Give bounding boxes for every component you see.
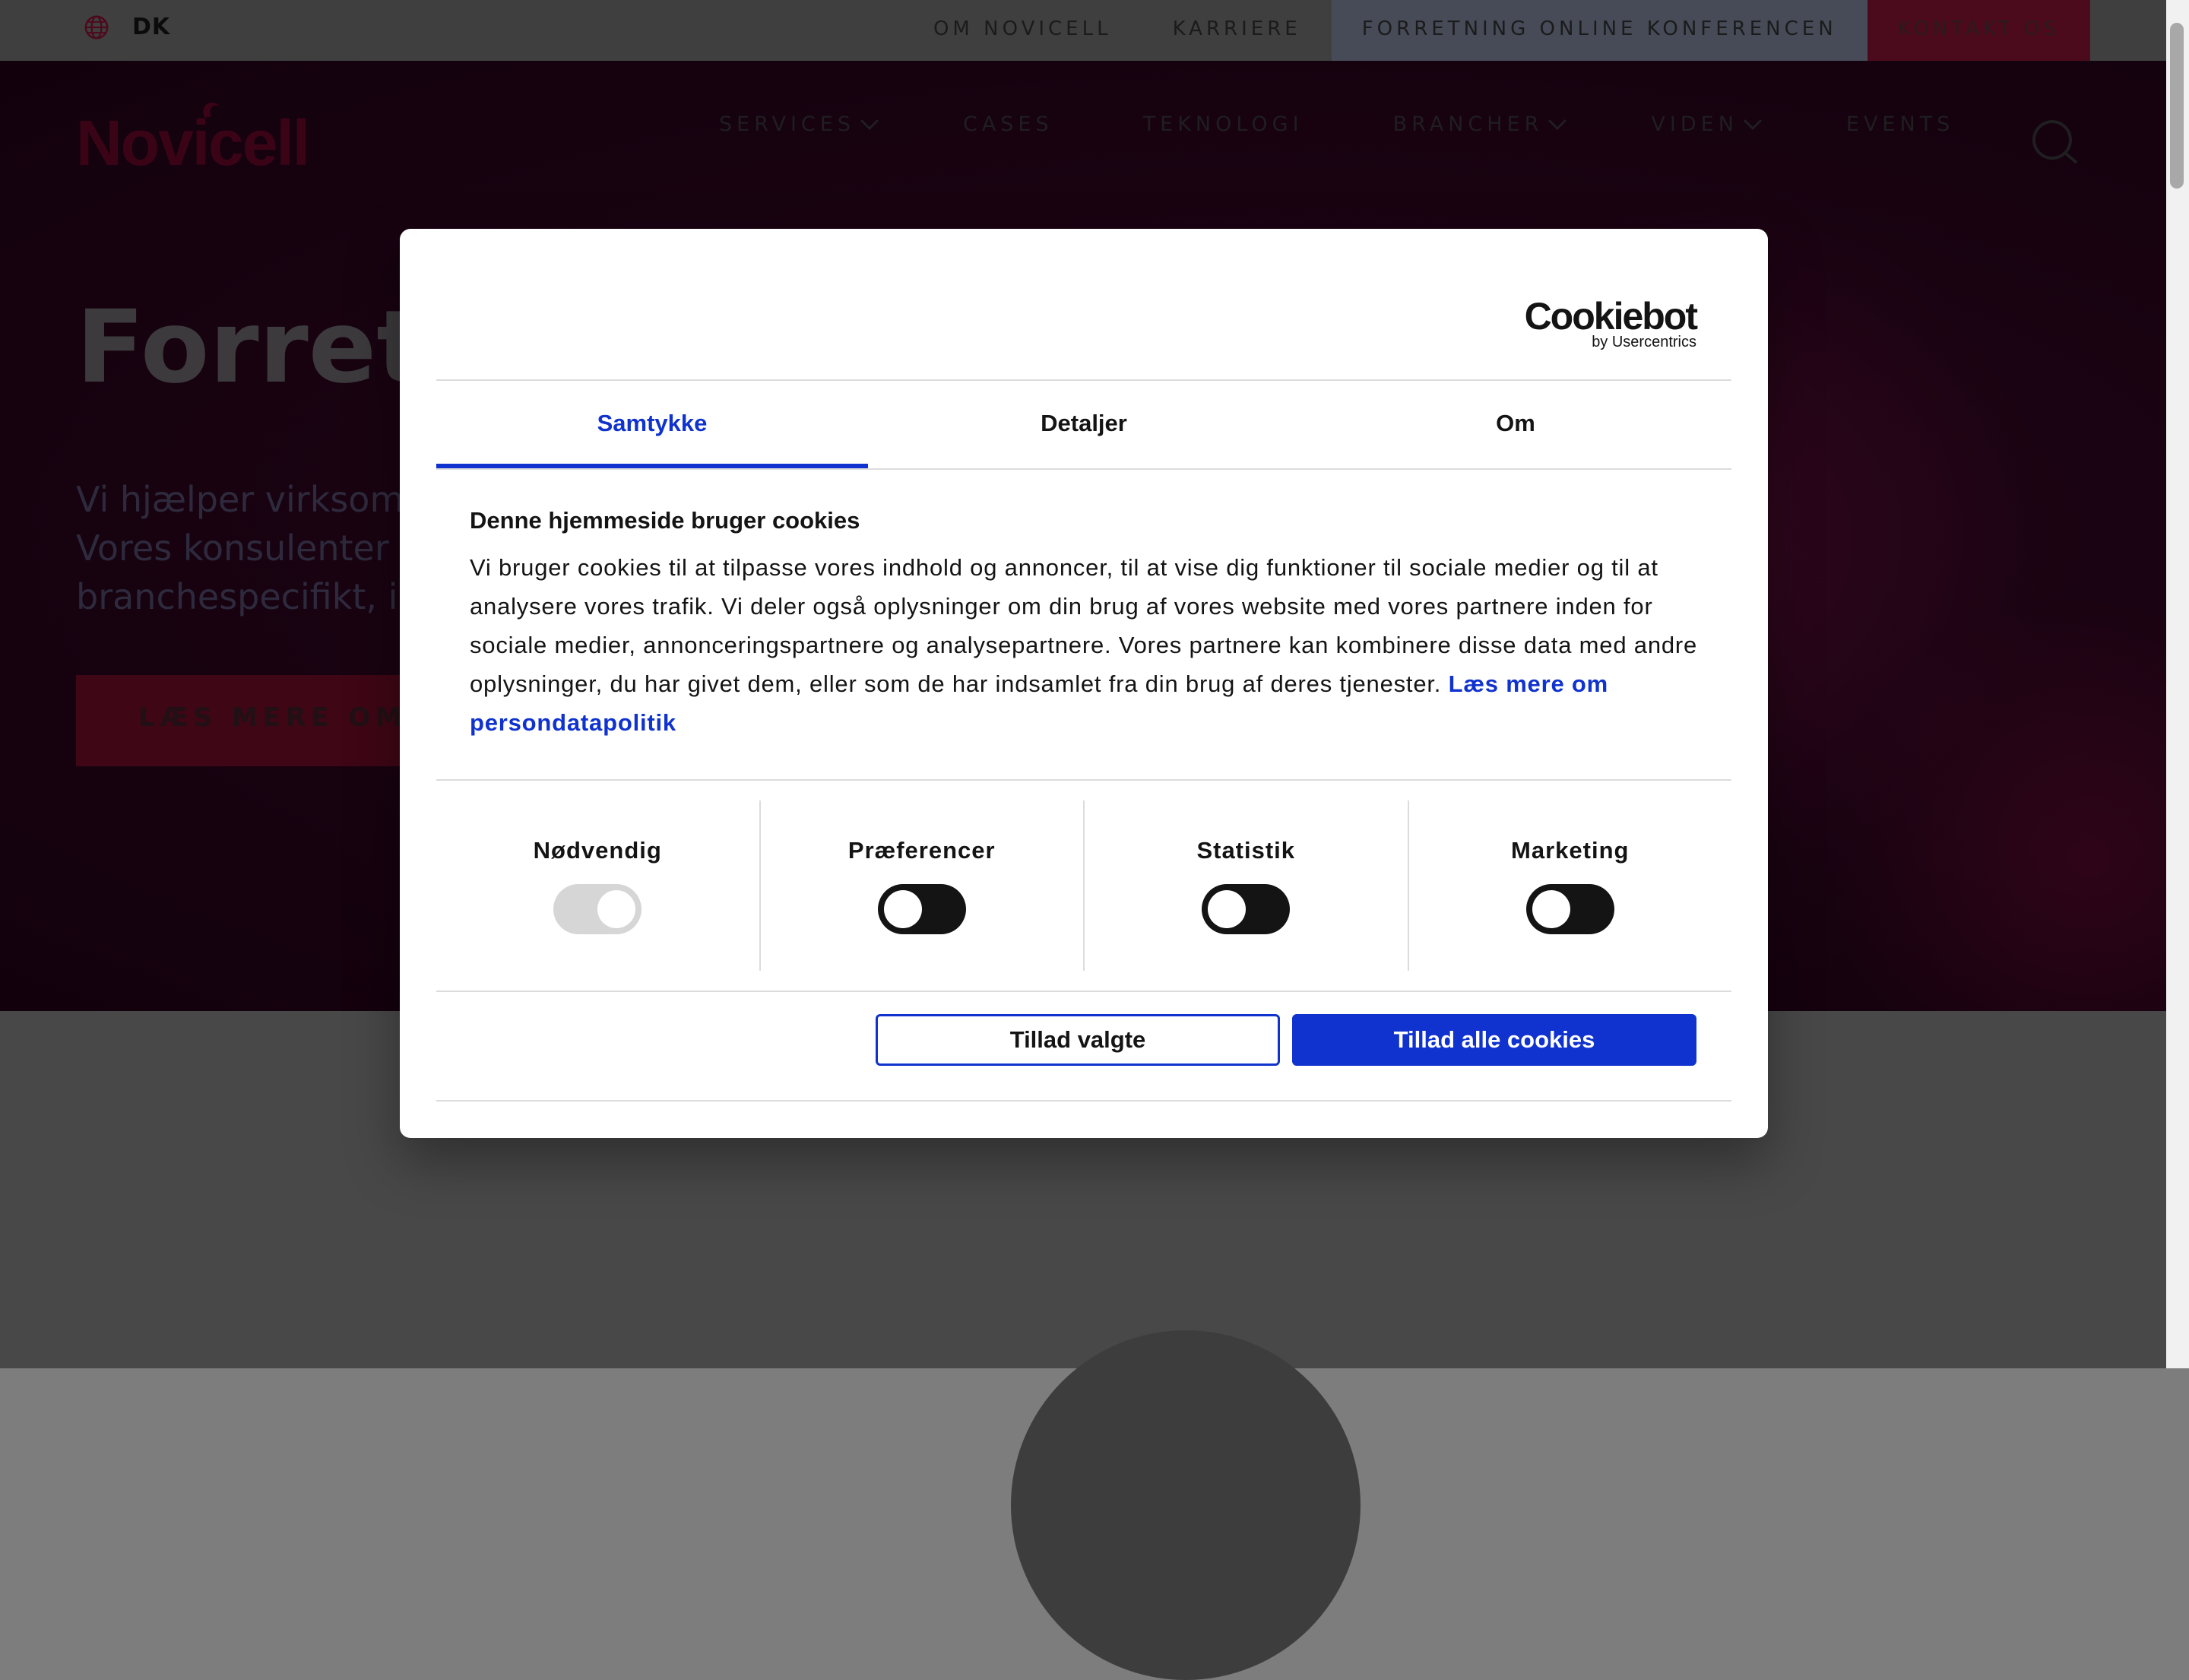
- globe-icon: [84, 15, 109, 39]
- marketing-switch[interactable]: [1525, 884, 1614, 934]
- toggle-statistics: Statistik: [1083, 800, 1408, 971]
- necessary-switch: [553, 884, 642, 934]
- utility-links: OM NOVICELL KARRIERE FORRETNING ONLINE K…: [903, 0, 2090, 61]
- cookiebot-logo: Cookiebot by Usercentrics: [1524, 295, 1698, 351]
- consent-heading: Denne hjemmeside bruger cookies: [470, 507, 860, 534]
- consent-toggles: Nødvendig Præferencer Statistik Marketin…: [436, 800, 1731, 971]
- switch-knob: [883, 890, 922, 928]
- language-switcher[interactable]: DK: [84, 14, 170, 40]
- cookiebot-wordmark: Cookiebot: [1524, 295, 1698, 338]
- lower-decoration: [1011, 1330, 1361, 1680]
- nav-item-knowledge[interactable]: VIDEN: [1651, 113, 1762, 136]
- util-link-conference[interactable]: FORRETNING ONLINE KONFERENCEN: [1331, 0, 1867, 61]
- cookie-consent-dialog: Cookiebot by Usercentrics Samtykke Detal…: [400, 229, 1768, 1138]
- preferences-switch[interactable]: [877, 884, 966, 934]
- nav-label: TEKNOLOGI: [1142, 113, 1304, 136]
- util-link-careers[interactable]: KARRIERE: [1142, 0, 1332, 61]
- divider: [436, 1100, 1731, 1102]
- tab-details[interactable]: Detaljer: [868, 381, 1300, 468]
- nav-item-industries[interactable]: BRANCHER: [1393, 113, 1568, 136]
- nav-label: VIDEN: [1651, 113, 1738, 136]
- toggle-marketing: Marketing: [1407, 800, 1732, 971]
- toggle-label: Præferencer: [847, 837, 996, 864]
- nav-item-cases[interactable]: CASES: [963, 113, 1053, 136]
- search-icon[interactable]: [2031, 119, 2080, 166]
- nav-label: CASES: [962, 113, 1053, 136]
- nav-label: EVENTS: [1845, 113, 1955, 136]
- nav-item-services[interactable]: SERVICES: [719, 113, 879, 136]
- scrollbar-track[interactable]: [2166, 0, 2189, 1368]
- divider: [436, 991, 1731, 992]
- divider: [436, 468, 1731, 470]
- chevron-down-icon: [860, 119, 879, 130]
- tab-consent[interactable]: Samtykke: [436, 381, 868, 468]
- toggle-necessary: Nødvendig: [436, 800, 759, 971]
- allow-selected-button[interactable]: Tillad valgte: [876, 1014, 1280, 1066]
- logo-wordmark: Novicell: [76, 107, 309, 175]
- util-link-about[interactable]: OM NOVICELL: [903, 0, 1142, 61]
- chevron-down-icon: [1548, 119, 1567, 130]
- toggle-preferences: Præferencer: [759, 800, 1084, 971]
- consent-body: Vi bruger cookies til at tilpasse vores …: [470, 548, 1716, 742]
- chevron-down-icon: [1743, 119, 1762, 130]
- nav-item-events[interactable]: EVENTS: [1846, 113, 1954, 136]
- utility-bar: DK OM NOVICELL KARRIERE FORRETNING ONLIN…: [0, 0, 2166, 61]
- switch-knob: [1208, 890, 1247, 928]
- util-link-contact[interactable]: KONTAKT OS: [1867, 0, 2090, 61]
- nav-label: SERVICES: [719, 113, 855, 136]
- novicell-logo[interactable]: Novicell: [76, 95, 315, 175]
- statistics-switch[interactable]: [1202, 884, 1291, 934]
- switch-knob: [597, 890, 636, 928]
- scrollbar-thumb[interactable]: [2170, 23, 2184, 189]
- consent-tabs: Samtykke Detaljer Om: [436, 381, 1731, 468]
- divider: [436, 779, 1731, 781]
- toggle-label: Statistik: [1196, 837, 1296, 864]
- language-label: DK: [132, 14, 171, 40]
- main-nav: SERVICES CASES TEKNOLOGI BRANCHER VIDEN …: [719, 113, 1954, 136]
- switch-knob: [1532, 890, 1570, 928]
- nav-item-technology[interactable]: TEKNOLOGI: [1143, 113, 1304, 136]
- nav-label: BRANCHER: [1392, 113, 1544, 136]
- tab-about[interactable]: Om: [1300, 381, 1731, 468]
- toggle-label: Nødvendig: [533, 837, 662, 864]
- allow-all-button[interactable]: Tillad alle cookies: [1292, 1014, 1696, 1066]
- toggle-label: Marketing: [1511, 837, 1630, 864]
- hero-cta-button[interactable]: LÆS MERE OM H: [76, 675, 441, 766]
